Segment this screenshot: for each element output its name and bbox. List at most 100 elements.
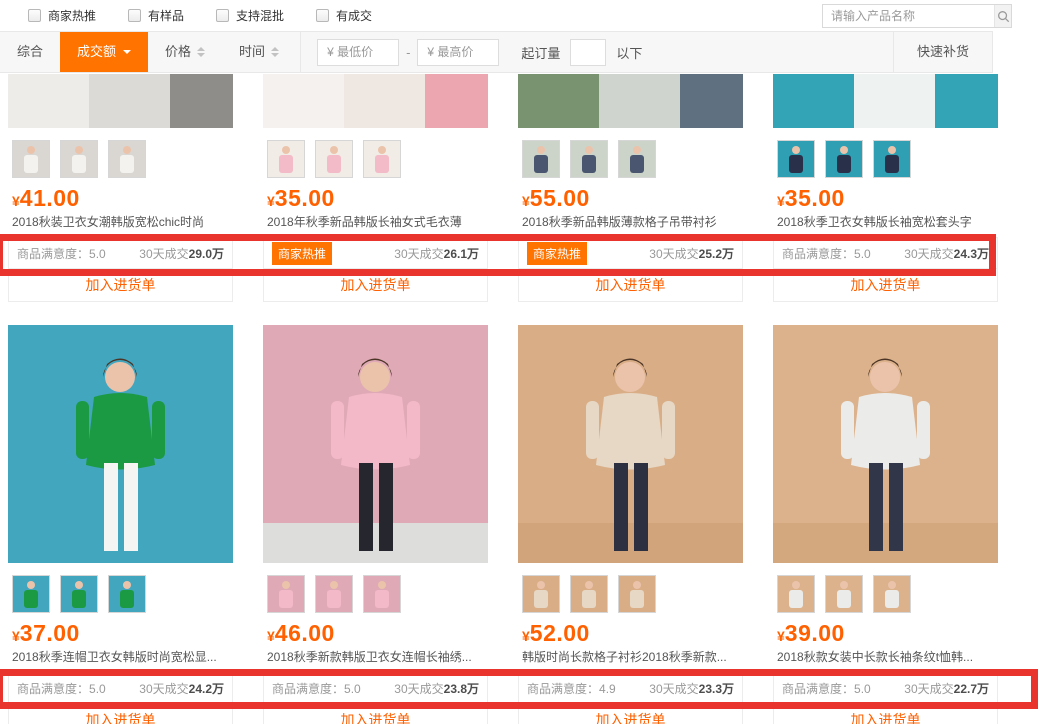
product-photo[interactable]	[8, 325, 233, 563]
product-thumbnail[interactable]	[60, 575, 98, 613]
sort-comprehensive[interactable]: 综合	[0, 32, 60, 72]
currency-symbol: ¥	[12, 193, 20, 209]
product-thumbnail[interactable]	[873, 140, 911, 178]
product-thumbnail[interactable]	[315, 575, 353, 613]
add-to-cart-button[interactable]: 加入进货单	[341, 710, 411, 724]
product-thumbnail[interactable]	[825, 140, 863, 178]
satisfaction: 商品满意度：4.9	[527, 680, 616, 697]
product-title[interactable]: 韩版时尚长款格子衬衫2018秋季新款...	[518, 647, 743, 664]
price-value: 55.00	[530, 185, 590, 211]
product-photo[interactable]	[263, 325, 488, 563]
product-price: ¥35.00	[263, 178, 488, 212]
checkbox-has-deals[interactable]: 有成交	[316, 7, 372, 24]
product-thumbnail[interactable]	[777, 140, 815, 178]
price-min-input[interactable]	[317, 39, 399, 66]
add-to-cart-button[interactable]: 加入进货单	[851, 275, 921, 295]
product-title[interactable]: 2018秋季新品韩版薄款格子吊带衬衫	[518, 212, 743, 229]
product-thumbnail[interactable]	[522, 575, 560, 613]
product-photo-cropped[interactable]	[773, 74, 998, 128]
checkbox-merchant-hot[interactable]: 商家热推	[28, 7, 96, 24]
satisfaction-label: 商品满意度：	[782, 682, 854, 696]
product-photo-cropped[interactable]	[518, 74, 743, 128]
currency-symbol: ¥	[522, 628, 530, 644]
currency-symbol: ¥	[267, 628, 275, 644]
add-to-cart-button[interactable]: 加入进货单	[86, 710, 156, 724]
product-thumbnail[interactable]	[108, 575, 146, 613]
sort-time[interactable]: 时间	[222, 32, 296, 72]
product-title[interactable]: 2018秋季连帽卫衣女韩版时尚宽松显...	[8, 647, 233, 664]
product-thumbnail[interactable]	[363, 575, 401, 613]
product-photo[interactable]	[773, 325, 998, 563]
button-row: 加入进货单	[774, 703, 997, 724]
product-thumbnail[interactable]	[267, 140, 305, 178]
product-thumbnail[interactable]	[618, 140, 656, 178]
deal-prefix: 30天成交	[904, 247, 953, 261]
checkbox-mixed-batch[interactable]: 支持混批	[216, 7, 284, 24]
add-to-cart-button[interactable]: 加入进货单	[86, 275, 156, 295]
product-thumbnail[interactable]	[618, 575, 656, 613]
add-to-cart-button[interactable]: 加入进货单	[596, 275, 666, 295]
product-title[interactable]: 2018年秋季新品韩版长袖女式毛衣薄	[263, 212, 488, 229]
card-bottom: 商品满意度：5.0 30天成交23.8万 加入进货单	[263, 672, 488, 724]
product-photo[interactable]	[518, 325, 743, 563]
search-button[interactable]	[994, 5, 1011, 27]
product-thumbnail[interactable]	[108, 140, 146, 178]
deal-value: 23.3万	[699, 682, 734, 696]
deal-prefix: 30天成交	[139, 682, 188, 696]
product-photo-cropped[interactable]	[8, 74, 233, 128]
checkbox-icon[interactable]	[28, 9, 41, 22]
product-title[interactable]: 2018秋季新款韩版卫衣女连帽长袖绣...	[263, 647, 488, 664]
card-bottom: 商品满意度：4.9 30天成交23.3万 加入进货单	[518, 672, 743, 724]
add-to-cart-button[interactable]: 加入进货单	[596, 710, 666, 724]
checkbox-icon[interactable]	[316, 9, 329, 22]
product-thumbnail[interactable]	[267, 575, 305, 613]
deals-30d: 30天成交24.2万	[139, 680, 224, 697]
satisfaction-label: 商品满意度：	[527, 682, 599, 696]
add-to-cart-button[interactable]: 加入进货单	[341, 275, 411, 295]
deals-30d: 30天成交23.8万	[394, 680, 479, 697]
button-row: 加入进货单	[9, 703, 232, 724]
deals-30d: 30天成交29.0万	[139, 245, 224, 262]
card-bottom: 商家热推 30天成交25.2万 加入进货单	[518, 237, 743, 302]
deal-value: 25.2万	[699, 247, 734, 261]
product-thumbnail[interactable]	[60, 140, 98, 178]
search-icon	[997, 10, 1010, 23]
product-thumbnail[interactable]	[315, 140, 353, 178]
card-bottom: 商家热推 30天成交26.1万 加入进货单	[263, 237, 488, 302]
product-title[interactable]: 2018秋款女装中长款长袖条纹t恤韩...	[773, 647, 998, 664]
product-row-1: ¥41.00 2018秋装卫衣女潮韩版宽松chic时尚 商品满意度：5.0 30…	[8, 74, 998, 302]
currency-symbol: ¥	[777, 193, 785, 209]
checkbox-icon[interactable]	[216, 9, 229, 22]
product-thumbnail[interactable]	[570, 575, 608, 613]
product-thumbnail[interactable]	[777, 575, 815, 613]
product-thumbnail[interactable]	[363, 140, 401, 178]
product-thumbnail[interactable]	[12, 140, 50, 178]
checkbox-has-sample[interactable]: 有样品	[128, 7, 184, 24]
sort-price[interactable]: 价格	[148, 32, 222, 72]
product-thumbnail[interactable]	[873, 575, 911, 613]
product-thumbnail[interactable]	[12, 575, 50, 613]
product-thumbnail[interactable]	[570, 140, 608, 178]
product-thumbnail[interactable]	[522, 140, 560, 178]
min-order-input[interactable]	[570, 39, 606, 66]
satisfaction-value: 5.0	[89, 247, 106, 261]
satisfaction-label: 商品满意度：	[17, 247, 89, 261]
product-photo-cropped[interactable]	[263, 74, 488, 128]
product-stats: 商品满意度：5.0 30天成交29.0万	[9, 238, 232, 268]
search-input[interactable]	[823, 5, 994, 27]
card-bottom: 商品满意度：5.0 30天成交24.3万 加入进货单	[773, 237, 998, 302]
sort-deal-amount[interactable]: 成交额	[60, 32, 148, 72]
quick-restock-button[interactable]: 快速补货	[893, 32, 992, 72]
currency-symbol: ¥	[522, 193, 530, 209]
product-card: ¥41.00 2018秋装卫衣女潮韩版宽松chic时尚 商品满意度：5.0 30…	[8, 74, 233, 302]
checkbox-icon[interactable]	[128, 9, 141, 22]
price-range-separator: -	[406, 45, 410, 60]
product-thumbnail[interactable]	[825, 575, 863, 613]
product-title[interactable]: 2018秋装卫衣女潮韩版宽松chic时尚	[8, 212, 233, 229]
product-title[interactable]: 2018秋季卫衣女韩版长袖宽松套头字	[773, 212, 998, 229]
add-to-cart-button[interactable]: 加入进货单	[851, 710, 921, 724]
satisfaction-value: 5.0	[344, 682, 361, 696]
deal-prefix: 30天成交	[904, 682, 953, 696]
price-max-input[interactable]	[417, 39, 499, 66]
product-card: ¥35.00 2018秋季卫衣女韩版长袖宽松套头字 商品满意度：5.0 30天成…	[773, 74, 998, 302]
